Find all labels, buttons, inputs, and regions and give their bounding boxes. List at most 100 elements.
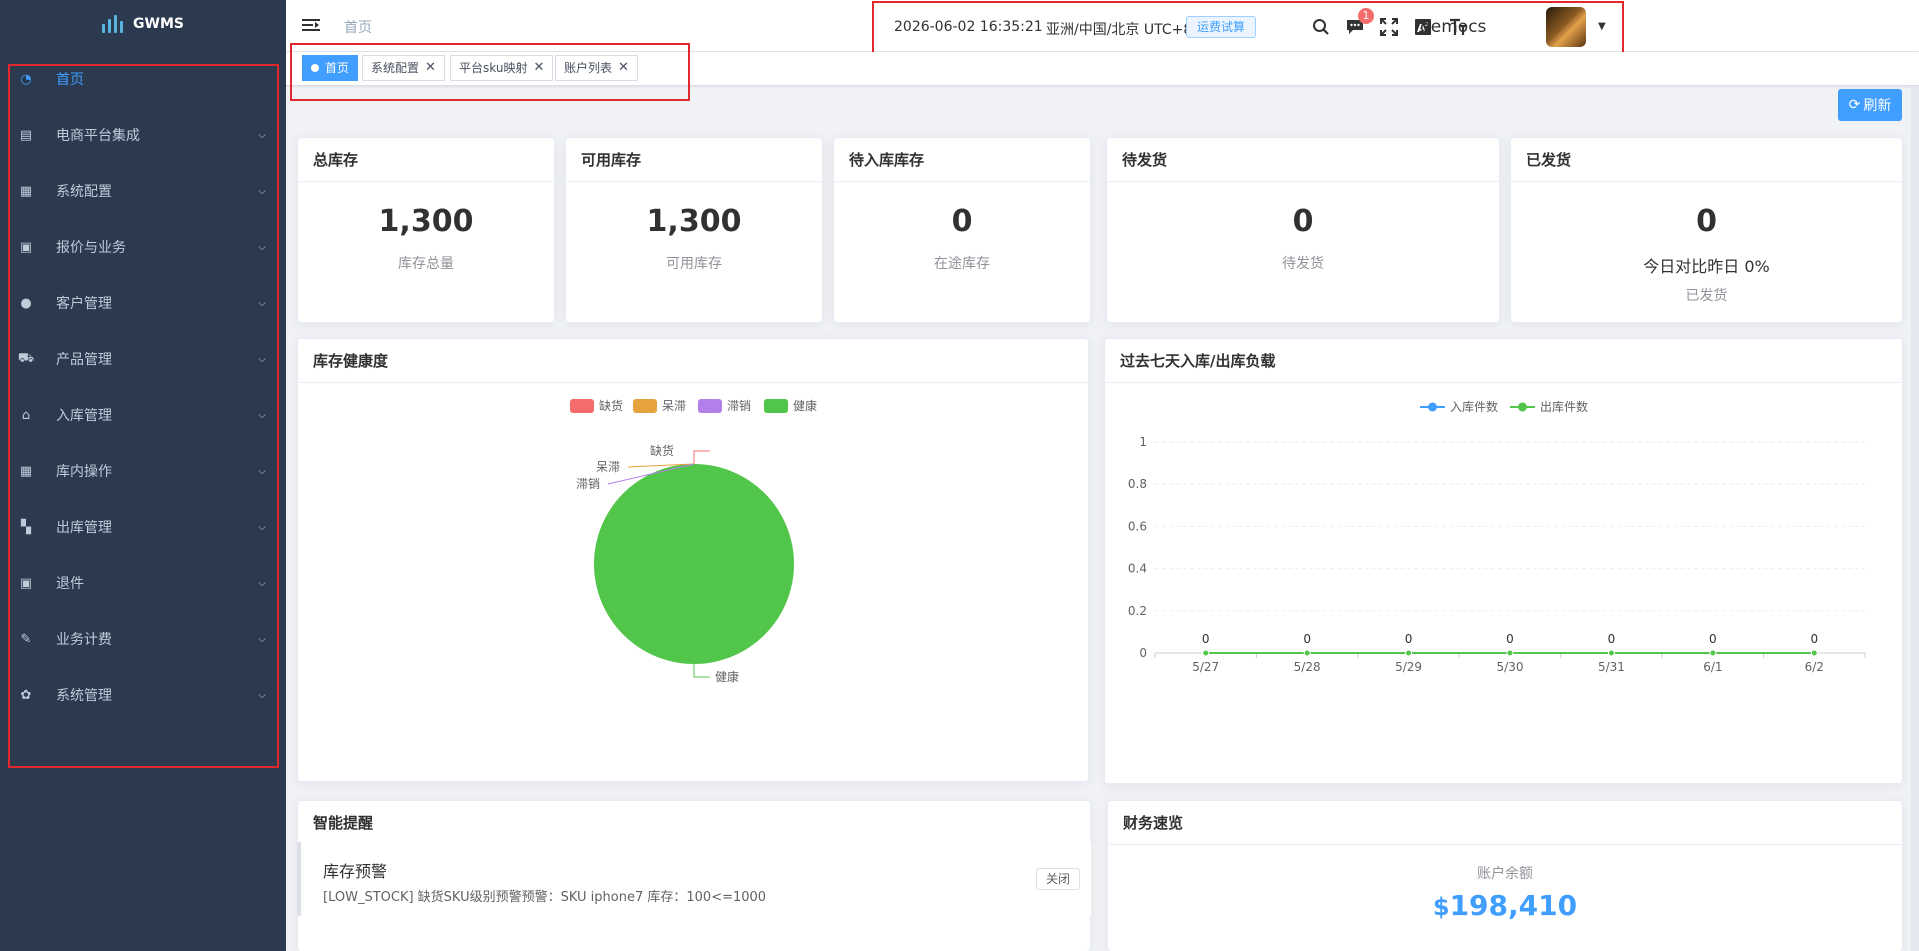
series-1-point-0[interactable]: [1202, 649, 1210, 657]
data-label-1: 0: [1303, 632, 1311, 646]
legend-item-3[interactable]: 健康: [764, 397, 817, 414]
stat-value: 1,300: [378, 204, 474, 239]
tab-platform-sku-mapping[interactable]: 平台sku映射 ✕: [450, 55, 554, 81]
apps-icon: ▚: [21, 519, 31, 535]
tab-system-config[interactable]: 系统配置 ✕: [362, 55, 445, 81]
pie-slice-3[interactable]: [594, 464, 794, 664]
sidebar-item-label: 业务计费: [56, 632, 112, 648]
series-1-point-6[interactable]: [1810, 649, 1818, 657]
legend-item-0[interactable]: 入库件数: [1420, 398, 1498, 415]
logo-bars-icon: [102, 15, 124, 33]
breadcrumb[interactable]: 首页: [344, 17, 372, 37]
sidebar-item-4[interactable]: ● 客户管理 ⌵: [18, 286, 268, 320]
legend-label: 呆滞: [662, 399, 687, 413]
x-tick-label-6: 6/2: [1805, 660, 1824, 674]
chevron-down-icon: ⌵: [258, 241, 266, 253]
sidebar-item-1[interactable]: ▤ 电商平台集成 ⌵: [18, 118, 268, 152]
stat-subtitle: 待发货: [1282, 256, 1324, 272]
alert-close-button[interactable]: 关闭: [1036, 868, 1080, 890]
username[interactable]: democs: [1420, 17, 1486, 37]
gear-icon: ✿: [20, 687, 32, 703]
sidebar-item-label: 客户管理: [56, 296, 112, 312]
pie-leader-line-0: [693, 450, 710, 464]
pie-label-2: 滞销: [576, 477, 600, 491]
sidebar-item-label: 产品管理: [56, 352, 112, 368]
load-chart-card: 过去七天入库/出库负载 0 0.2 0.4 0.6 0.8 1 5/27 5/28 5/29 5/…: [1104, 338, 1903, 784]
tab-home[interactable]: 首页: [302, 55, 359, 81]
current-datetime: 2026-06-02 16:35:21: [894, 19, 1043, 35]
tab-label: 平台sku映射: [459, 61, 528, 75]
data-label-0: 0: [1202, 632, 1210, 646]
legend-item-1[interactable]: 出库件数: [1510, 398, 1588, 415]
y-tick-label-2: 0.4: [1128, 562, 1147, 576]
message-icon[interactable]: 1: [1344, 8, 1374, 38]
balance-value: 198,410: [1449, 889, 1578, 922]
x-tick-label-5: 6/1: [1703, 660, 1722, 674]
legend-label: 入库件数: [1450, 400, 1499, 414]
stat-value: 1,300: [646, 204, 742, 239]
tab-label: 系统配置: [371, 61, 420, 75]
y-tick-label-3: 0.6: [1128, 519, 1147, 533]
series-1-point-3[interactable]: [1506, 649, 1514, 657]
sidebar-item-5[interactable]: ⛟ 产品管理 ⌵: [18, 342, 268, 376]
sidebar-item-9[interactable]: ▣ 退件 ⌵: [18, 566, 268, 600]
series-1-point-4[interactable]: [1607, 649, 1615, 657]
legend-label: 滞销: [727, 399, 752, 413]
stat-card-shipped: 已发货 0 今日对比昨日 0% 已发货: [1510, 137, 1903, 323]
series-1-point-5[interactable]: [1709, 649, 1717, 657]
caret-down-icon[interactable]: ▼: [1598, 21, 1606, 32]
user-avatar[interactable]: [1546, 7, 1586, 47]
line-chart: 0 0.2 0.4 0.6 0.8 1 5/27 5/28 5/29 5/30 5/31 6/1 6/2…: [1128, 435, 1866, 674]
series-1-point-1[interactable]: [1303, 649, 1311, 657]
home-icon: ⌂: [21, 407, 31, 423]
refresh-button[interactable]: ⟳ 刷新: [1838, 89, 1902, 121]
sidebar-item-label: 系统管理: [56, 688, 112, 704]
close-icon[interactable]: ✕: [533, 56, 544, 80]
close-icon[interactable]: ✕: [425, 56, 436, 80]
chevron-down-icon: ⌵: [258, 353, 266, 365]
data-label-6: 0: [1810, 632, 1818, 646]
search-icon[interactable]: [1310, 16, 1332, 38]
sidebar-item-8[interactable]: ▚ 出库管理 ⌵: [18, 510, 268, 544]
stat-title: 总库存: [298, 138, 554, 182]
tab-account-list[interactable]: 账户列表 ✕: [555, 55, 638, 81]
sidebar-toggle-icon[interactable]: [302, 17, 320, 33]
freight-calc-button[interactable]: 运费试算: [1186, 16, 1257, 38]
chevron-down-icon: ⌵: [258, 465, 266, 477]
sidebar-item-10[interactable]: ✎ 业务计费 ⌵: [18, 622, 268, 656]
y-tick-label-5: 1: [1139, 435, 1147, 449]
sidebar-item-6[interactable]: ⌂ 入库管理 ⌵: [18, 398, 268, 432]
sidebar-item-2[interactable]: ▦ 系统配置 ⌵: [18, 174, 268, 208]
data-label-4: 0: [1608, 632, 1616, 646]
tab-label: 账户列表: [564, 61, 613, 75]
pie-chart: 缺货呆滞滞销健康: [576, 443, 794, 684]
inventory-health-card: 库存健康度 缺货 呆滞 滞销 健康 缺货 呆滞 滞销 健康: [297, 338, 1089, 782]
refresh-label: 刷新: [1863, 98, 1892, 114]
tab-label: 首页: [325, 61, 350, 75]
timezone-select[interactable]: 亚洲/中国/北京 UTC+8⌵: [1046, 19, 1204, 39]
legend-item-1[interactable]: 呆滞: [633, 397, 686, 414]
finance-card: 财务速览 账户余额 $198,410: [1107, 800, 1903, 951]
sidebar-item-label: 电商平台集成: [56, 128, 140, 144]
card-title: 智能提醒: [298, 801, 1090, 845]
stat-title: 待发货: [1107, 138, 1499, 182]
header-tools: 2026-06-02 16:35:21 亚洲/中国/北京 UTC+8⌵ 运费试算…: [872, 1, 1624, 54]
series-1-point-2[interactable]: [1405, 649, 1413, 657]
page-scrollbar[interactable]: [1911, 86, 1919, 951]
stat-subtitle: 已发货: [1685, 288, 1728, 304]
sidebar-item-11[interactable]: ✿ 系统管理 ⌵: [18, 678, 268, 712]
close-icon[interactable]: ✕: [618, 56, 629, 80]
app-logo[interactable]: GWMS: [0, 0, 286, 48]
cart-icon: ⛟: [17, 350, 35, 366]
sidebar-item-3[interactable]: ▣ 报价与业务 ⌵: [18, 230, 268, 264]
stat-title: 可用库存: [566, 138, 822, 182]
alert-title: 库存预警: [323, 862, 388, 881]
sidebar-item-7[interactable]: ▦ 库内操作 ⌵: [18, 454, 268, 488]
legend-item-0[interactable]: 缺货: [570, 397, 623, 414]
legend-item-2[interactable]: 滞销: [698, 397, 751, 414]
card-title: 财务速览: [1108, 801, 1902, 845]
pie-label-1: 呆滞: [596, 460, 620, 474]
fullscreen-icon[interactable]: [1378, 16, 1400, 38]
sidebar-item-label: 入库管理: [56, 408, 112, 424]
sidebar-item-0[interactable]: ◔ 首页: [18, 62, 268, 96]
